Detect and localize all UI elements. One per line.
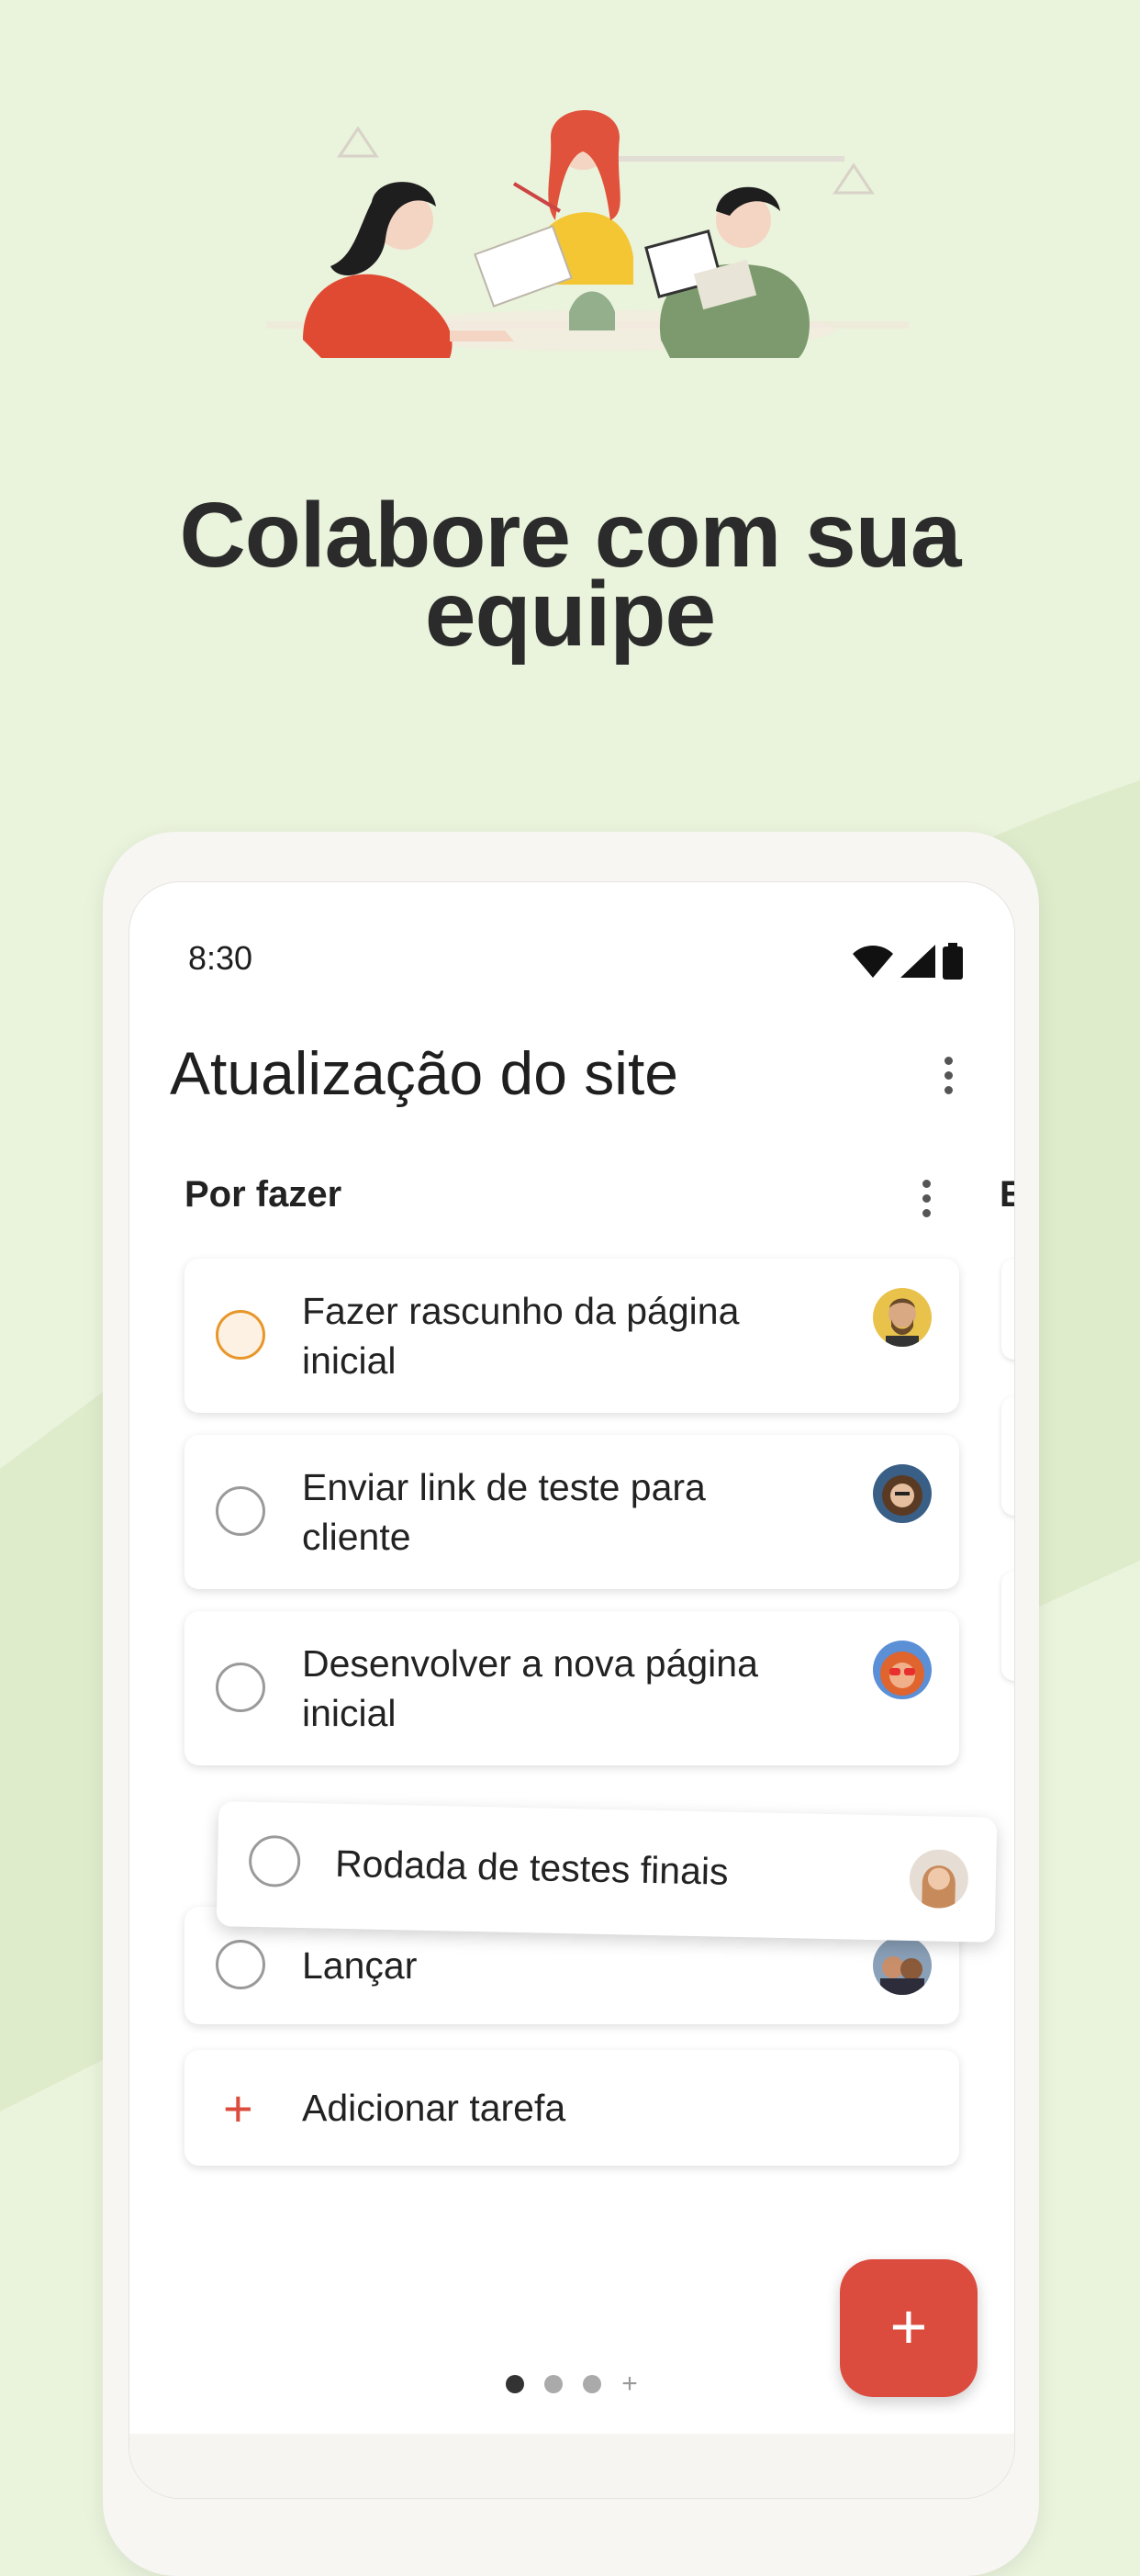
assignee-avatar xyxy=(909,1848,969,1910)
assignee-avatar xyxy=(873,1936,932,1995)
task-item[interactable]: Fazer rascunho da página inicial xyxy=(184,1259,959,1413)
page-dot[interactable] xyxy=(583,2375,602,2393)
project-title: Atualização do site xyxy=(170,1039,679,1107)
assignee-avatar xyxy=(873,1464,932,1523)
status-icons xyxy=(853,943,963,980)
team-illustration xyxy=(266,110,909,358)
task-checkbox[interactable] xyxy=(248,1834,301,1887)
add-task-label: Adicionar tarefa xyxy=(302,2087,566,2129)
add-task-button[interactable]: + Adicionar tarefa xyxy=(184,2050,959,2166)
task-label: Enviar link de teste para cliente xyxy=(302,1466,706,1558)
page-dot[interactable] xyxy=(506,2375,525,2393)
headline-line2: equipe xyxy=(424,563,716,666)
task-label: Lançar xyxy=(302,1944,418,1987)
task-label: Fazer rascunho da página inicial xyxy=(302,1290,740,1382)
task-item[interactable]: Enviar link de teste para cliente xyxy=(184,1435,959,1589)
next-column-card[interactable] xyxy=(1001,1571,1014,1681)
task-checkbox[interactable] xyxy=(216,1663,265,1712)
next-column-card[interactable] xyxy=(1001,1259,1014,1360)
task-checkbox[interactable] xyxy=(216,1486,265,1536)
battery-icon xyxy=(943,943,963,980)
headline: Colabore com sua equipe xyxy=(0,489,1140,666)
task-checkbox[interactable] xyxy=(216,1310,265,1360)
wifi-icon xyxy=(853,946,893,978)
add-icon: + xyxy=(223,2079,253,2137)
dragging-task-item[interactable]: Rodada de testes finais xyxy=(216,1801,998,1943)
page-dot[interactable] xyxy=(544,2375,564,2393)
task-checkbox[interactable] xyxy=(216,1940,265,1989)
next-section-title[interactable]: E xyxy=(1000,1174,1014,1215)
task-item[interactable]: Desenvolver a nova página inicial xyxy=(184,1611,959,1765)
task-label: Rodada de testes finais xyxy=(334,1842,730,1893)
status-time: 8:30 xyxy=(188,939,253,977)
task-label: Desenvolver a nova página inicial xyxy=(302,1642,758,1734)
assignee-avatar xyxy=(873,1288,932,1347)
add-page-icon[interactable]: + xyxy=(621,2370,638,2398)
phone-screen: 8:30 Atualização do site Por fazer E Faz… xyxy=(129,881,1015,2499)
section-title: Por fazer xyxy=(184,1174,342,1215)
signal-icon xyxy=(900,945,935,978)
page-indicator: + xyxy=(129,2370,1014,2398)
assignee-avatar xyxy=(873,1641,932,1699)
bottom-bar xyxy=(129,2434,1014,2498)
next-column-card[interactable] xyxy=(1001,1396,1014,1516)
section-more-icon[interactable] xyxy=(922,1180,931,1217)
project-more-icon[interactable] xyxy=(944,1057,953,1094)
